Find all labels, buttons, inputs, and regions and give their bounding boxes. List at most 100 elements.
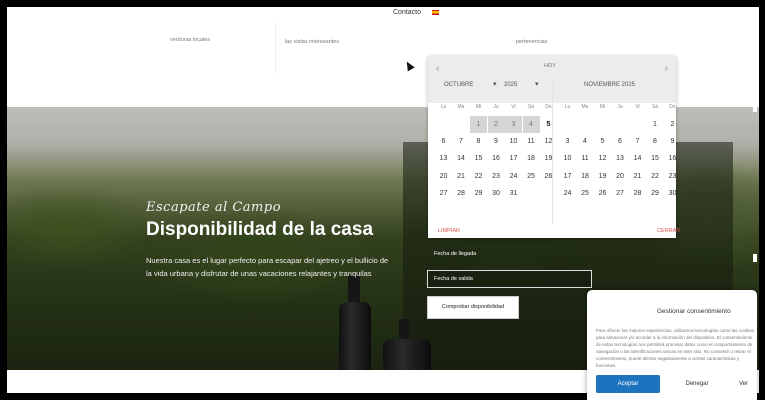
departure-date-placeholder: Fecha de salida xyxy=(434,276,473,282)
cookie-consent-dialog: Gestionar consentimiento Para ofrecer la… xyxy=(587,290,757,400)
weekday-label: Mi xyxy=(599,104,606,110)
calendar-day-october[interactable]: 10 xyxy=(505,133,522,150)
weekday-label: Sá xyxy=(651,104,659,110)
calendar-day-november[interactable]: 25 xyxy=(577,185,594,202)
bottle-image xyxy=(339,302,371,370)
month-select[interactable]: OCTUBRE xyxy=(444,82,473,88)
calendar-day-october[interactable]: 13 xyxy=(435,150,452,167)
calendar-day-november[interactable]: 20 xyxy=(612,168,629,185)
calendar-day-november[interactable]: 16 xyxy=(664,150,681,167)
calendar-day-october[interactable]: 15 xyxy=(470,150,487,167)
view-preferences-button[interactable]: Ver xyxy=(739,375,757,393)
calendar-day-november[interactable]: 27 xyxy=(612,185,629,202)
bottle-image xyxy=(383,339,431,370)
weekday-label: Ma xyxy=(457,104,465,110)
calendar-day-november[interactable]: 1 xyxy=(647,116,664,133)
calendar-day-november[interactable]: 4 xyxy=(577,133,594,150)
calendar-day-october[interactable]: 23 xyxy=(488,168,505,185)
weekday-label: Vi xyxy=(635,104,640,110)
nav-contact-link[interactable]: Contacto xyxy=(393,9,421,16)
prev-month-icon[interactable]: ‹ xyxy=(436,63,439,74)
calendar-day-november[interactable]: 19 xyxy=(594,168,611,185)
calendar-day-november[interactable]: 18 xyxy=(577,168,594,185)
close-button[interactable]: CERRAR xyxy=(657,228,680,234)
calendar-day-october[interactable]: 21 xyxy=(453,168,470,185)
calendar-day-october[interactable]: 20 xyxy=(435,168,452,185)
hero-description: Nuestra casa es el lugar perfecto para e… xyxy=(146,256,389,278)
scrollbar-marker xyxy=(753,104,757,112)
check-availability-button[interactable]: Comprobar disponibilidad xyxy=(427,296,519,319)
calendar-day-october[interactable]: 28 xyxy=(453,185,470,202)
calendar-day-october[interactable]: 9 xyxy=(488,133,505,150)
calendar-day-october[interactable]: 31 xyxy=(505,185,522,202)
consent-body: Para ofrecer las mejores experiencias, u… xyxy=(596,328,755,368)
calendar-day-november[interactable]: 26 xyxy=(594,185,611,202)
calendar-day-november[interactable]: 15 xyxy=(647,150,664,167)
calendar-day-november[interactable]: 28 xyxy=(629,185,646,202)
weekday-label: Do xyxy=(669,104,676,110)
calendar-day-october[interactable]: 30 xyxy=(488,185,505,202)
date-picker: ‹ HOY › OCTUBRE ▾ 2025 ▾ NOVIEMBRE 2025 … xyxy=(428,56,680,238)
calendar-day-november[interactable]: 3 xyxy=(559,133,576,150)
feature-divider xyxy=(275,23,276,73)
check-availability-label: Comprobar disponibilidad xyxy=(441,304,505,310)
clear-button[interactable]: LIMPIAR xyxy=(438,228,460,234)
calendar-day-november[interactable]: 12 xyxy=(594,150,611,167)
calendar-day-october[interactable]: 29 xyxy=(470,185,487,202)
calendar-day-november[interactable]: 6 xyxy=(612,133,629,150)
calendar-day-november[interactable]: 29 xyxy=(647,185,664,202)
calendar-day-november[interactable]: 23 xyxy=(664,168,681,185)
bottle-neck xyxy=(399,319,409,341)
calendar-day-november[interactable]: 14 xyxy=(629,150,646,167)
weekday-label: Ju xyxy=(493,104,499,110)
calendar-day-october[interactable]: 16 xyxy=(488,150,505,167)
calendar-day-october[interactable]: 6 xyxy=(435,133,452,150)
calendar-day-october: 1 xyxy=(470,116,487,133)
calendar-day-november[interactable]: 13 xyxy=(612,150,629,167)
feature-text-3: pertenencias xyxy=(516,39,548,45)
calendar-day-october: 4 xyxy=(522,116,540,133)
calendar-day-november[interactable]: 17 xyxy=(559,168,576,185)
calendar-day-october[interactable]: 7 xyxy=(453,133,470,150)
calendar-day-october[interactable]: 26 xyxy=(540,168,557,185)
calendar-day-november[interactable]: 10 xyxy=(559,150,576,167)
mouse-cursor-icon xyxy=(403,59,415,72)
next-month-icon[interactable]: › xyxy=(665,63,668,74)
calendar-day-november[interactable]: 5 xyxy=(594,133,611,150)
spain-flag-icon[interactable] xyxy=(432,10,439,15)
calendar-day-november[interactable]: 30 xyxy=(664,185,681,202)
today-button[interactable]: HOY xyxy=(544,63,556,69)
calendar-day-november[interactable]: 8 xyxy=(647,133,664,150)
date-picker-footer: LIMPIAR CERRAR xyxy=(428,228,680,238)
calendar-day-october[interactable]: 11 xyxy=(523,133,540,150)
calendar-day-october[interactable]: 14 xyxy=(453,150,470,167)
calendar-day-november[interactable]: 24 xyxy=(559,185,576,202)
calendar-day-october: 2 xyxy=(487,116,505,133)
deny-button[interactable]: Denegar xyxy=(666,375,728,393)
calendar-day-october[interactable]: 8 xyxy=(470,133,487,150)
calendar-day-october[interactable]: 5 xyxy=(540,116,557,133)
calendar-day-october[interactable]: 12 xyxy=(540,133,557,150)
hero-tagline: Escapate al Campo xyxy=(146,200,282,215)
weekday-label: Mi xyxy=(475,104,482,110)
calendar-day-november[interactable]: 2 xyxy=(664,116,681,133)
calendar-day-november[interactable]: 21 xyxy=(629,168,646,185)
scrollbar-marker xyxy=(753,254,757,262)
calendar-day-october[interactable]: 25 xyxy=(523,168,540,185)
calendar-day-november[interactable]: 9 xyxy=(664,133,681,150)
calendar-day-november[interactable]: 7 xyxy=(629,133,646,150)
feature-text-1: verduras locales xyxy=(170,37,211,43)
calendar-day-october[interactable]: 27 xyxy=(435,185,452,202)
calendar-day-october[interactable]: 22 xyxy=(470,168,487,185)
consent-title: Gestionar consentimiento xyxy=(657,308,731,315)
accept-button[interactable]: Aceptar xyxy=(596,375,660,393)
calendar-day-october[interactable]: 19 xyxy=(540,150,557,167)
arrival-date-field[interactable]: Fecha de llegada xyxy=(434,251,476,257)
calendar-day-october[interactable]: 17 xyxy=(505,150,522,167)
calendar-day-november[interactable]: 22 xyxy=(647,168,664,185)
departure-date-field[interactable]: Fecha de salida xyxy=(427,270,592,288)
calendar-day-october[interactable]: 18 xyxy=(523,150,540,167)
calendar-day-november[interactable]: 11 xyxy=(577,150,594,167)
calendar-day-october[interactable]: 24 xyxy=(505,168,522,185)
year-select[interactable]: 2025 xyxy=(504,82,517,88)
